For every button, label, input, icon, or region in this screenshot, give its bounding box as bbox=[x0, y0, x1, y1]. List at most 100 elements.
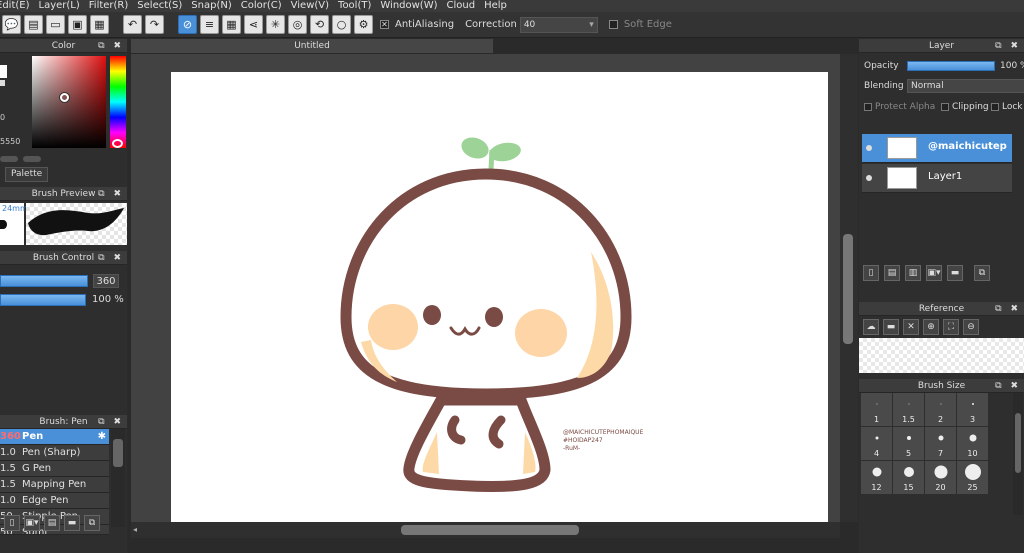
brush-size-preset[interactable]: 25 bbox=[957, 461, 988, 494]
duplicate-layer-icon[interactable]: ⧉ bbox=[974, 265, 990, 281]
menu-edit[interactable]: Edit(E) bbox=[0, 0, 39, 12]
brush-opacity-slider[interactable] bbox=[0, 294, 86, 306]
layer-item-layer1[interactable]: Layer1 bbox=[862, 164, 1012, 193]
brush-menu-icon[interactable]: ▣▾ bbox=[24, 515, 40, 531]
cloud-upload-icon[interactable]: ☁ bbox=[863, 319, 879, 335]
brush-size-preset[interactable]: 1 bbox=[861, 393, 892, 426]
color-mode-button-1[interactable] bbox=[0, 156, 18, 162]
brush-size-preset[interactable]: 4 bbox=[861, 427, 892, 460]
panel-controls-icon[interactable]: ⧉ ✖ bbox=[98, 39, 124, 53]
scrollbar-thumb[interactable] bbox=[113, 439, 123, 467]
lock-checkbox[interactable] bbox=[991, 102, 999, 111]
brush-item-g-pen[interactable]: 1.5 G Pen bbox=[0, 461, 109, 477]
undo-icon[interactable]: ↶ bbox=[123, 15, 142, 34]
brush-list-scrollbar[interactable] bbox=[111, 429, 125, 527]
new-halftone-layer-icon[interactable]: ▤ bbox=[884, 265, 900, 281]
correction-select[interactable]: 40 bbox=[519, 16, 598, 33]
lock-option[interactable]: Lock bbox=[991, 102, 1023, 112]
grid-snap-icon[interactable]: ▦ bbox=[222, 15, 241, 34]
open-folder-icon[interactable]: ▬ bbox=[883, 319, 899, 335]
folder-icon[interactable]: ▬ bbox=[64, 515, 80, 531]
speech-bubble-icon[interactable]: 💬 bbox=[2, 15, 21, 34]
brush-size-preset[interactable]: 12 bbox=[861, 461, 892, 494]
layer-opacity-slider[interactable] bbox=[907, 61, 995, 71]
menu-tool[interactable]: Tool(T) bbox=[338, 0, 380, 12]
hue-cursor-icon[interactable] bbox=[112, 139, 123, 148]
protect-alpha-option[interactable]: Protect Alpha bbox=[864, 102, 935, 112]
brush-size-preset[interactable]: 20 bbox=[925, 461, 956, 494]
scrollbar-thumb[interactable] bbox=[401, 525, 579, 535]
comment-icon[interactable]: ▤ bbox=[24, 15, 43, 34]
panel-controls-icon[interactable]: ⧉ ✖ bbox=[98, 187, 124, 201]
canvas-vertical-scrollbar[interactable] bbox=[840, 54, 858, 522]
brush-size-value[interactable]: 360 bbox=[93, 274, 119, 288]
grid-layout-icon[interactable]: ▦ bbox=[90, 15, 109, 34]
visibility-eye-icon[interactable] bbox=[866, 175, 872, 181]
zoom-out-icon[interactable]: ⊖ bbox=[963, 319, 979, 335]
brush-item-pen[interactable]: 360 Pen ✱ bbox=[0, 429, 109, 445]
menu-help[interactable]: Help bbox=[484, 0, 516, 12]
artboard[interactable]: @MAICHICUTEPHOMAIQUE #HOIDAP247 -RuM- bbox=[171, 72, 828, 537]
curve-snap-icon[interactable]: ⟲ bbox=[310, 15, 329, 34]
scroll-left-icon[interactable]: ◂ bbox=[133, 525, 137, 534]
new-layer-icon[interactable]: ▯ bbox=[863, 265, 879, 281]
menu-select[interactable]: Select(S) bbox=[137, 0, 191, 12]
brush-size-preset[interactable]: 7 bbox=[925, 427, 956, 460]
menu-view[interactable]: View(V) bbox=[291, 0, 338, 12]
antialias-checkbox[interactable]: ✕ bbox=[380, 20, 389, 29]
saturation-value-square[interactable] bbox=[32, 56, 106, 148]
protect-alpha-checkbox[interactable] bbox=[864, 102, 872, 111]
no-snap-icon[interactable]: ⊘ bbox=[178, 15, 197, 34]
brush-properties-icon[interactable]: ▤ bbox=[44, 515, 60, 531]
foreground-swatch[interactable] bbox=[0, 65, 7, 78]
layer-menu-icon[interactable]: ▣▾ bbox=[926, 265, 942, 281]
background-swatch[interactable] bbox=[0, 80, 5, 86]
gear-icon[interactable]: ✱ bbox=[98, 429, 106, 444]
panel-controls-icon[interactable]: ⧉ ✖ bbox=[995, 379, 1021, 393]
fit-icon[interactable]: ⛶ bbox=[943, 319, 959, 335]
parallel-snap-icon[interactable]: ≡ bbox=[200, 15, 219, 34]
panel-controls-icon[interactable]: ⧉ ✖ bbox=[98, 251, 124, 265]
menu-color[interactable]: Color(C) bbox=[241, 0, 291, 12]
menu-snap[interactable]: Snap(N) bbox=[191, 0, 240, 12]
color-cursor-icon[interactable] bbox=[60, 93, 69, 102]
brush-size-slider[interactable] bbox=[0, 275, 88, 287]
snap-settings-icon[interactable]: ⚙ bbox=[354, 15, 373, 34]
brush-item-pen-sharp[interactable]: 1.0 Pen (Sharp) bbox=[0, 445, 109, 461]
brush-size-preset[interactable]: 2 bbox=[925, 393, 956, 426]
brush-item-edge-pen[interactable]: 1.0 Edge Pen bbox=[0, 493, 109, 509]
layer-item-signature[interactable]: @maichicutep bbox=[862, 134, 1012, 163]
document-tab[interactable]: Untitled bbox=[131, 39, 493, 53]
zoom-in-icon[interactable]: ⊕ bbox=[923, 319, 939, 335]
clipping-checkbox[interactable] bbox=[941, 102, 949, 111]
soft-edge-checkbox[interactable] bbox=[608, 20, 618, 29]
document-icon[interactable]: ▭ bbox=[46, 15, 65, 34]
palette-tab[interactable]: Palette bbox=[5, 167, 49, 182]
brush-size-preset[interactable]: 5 bbox=[893, 427, 924, 460]
scrollbar-thumb[interactable] bbox=[843, 234, 853, 344]
hue-slider[interactable] bbox=[110, 56, 126, 148]
panel-controls-icon[interactable]: ⧉ ✖ bbox=[995, 39, 1021, 53]
circle-snap-icon[interactable]: ○ bbox=[332, 15, 351, 34]
scrollbar-thumb[interactable] bbox=[1015, 413, 1021, 473]
window-icon[interactable]: ▣ bbox=[68, 15, 87, 34]
canvas-horizontal-scrollbar[interactable]: ◂ bbox=[131, 522, 840, 538]
panel-controls-icon[interactable]: ⧉ ✖ bbox=[98, 415, 124, 429]
reference-canvas[interactable] bbox=[859, 338, 1024, 373]
folder-icon[interactable]: ▬ bbox=[947, 265, 963, 281]
radial-snap-icon[interactable]: ✳ bbox=[266, 15, 285, 34]
brush-size-preset[interactable]: 15 bbox=[893, 461, 924, 494]
blending-select[interactable]: Normal bbox=[907, 79, 1024, 93]
perspective-snap-icon[interactable]: ⋖ bbox=[244, 15, 263, 34]
close-icon[interactable]: ✕ bbox=[903, 319, 919, 335]
brush-size-preset[interactable]: 1.5 bbox=[893, 393, 924, 426]
redo-icon[interactable]: ↷ bbox=[145, 15, 164, 34]
new-1bit-layer-icon[interactable]: ▥ bbox=[905, 265, 921, 281]
color-mode-button-2[interactable] bbox=[23, 156, 41, 162]
panel-controls-icon[interactable]: ⧉ ✖ bbox=[995, 302, 1021, 316]
duplicate-icon[interactable]: ⧉ bbox=[84, 515, 100, 531]
menu-window[interactable]: Window(W) bbox=[380, 0, 446, 12]
brush-size-preset[interactable]: 3 bbox=[957, 393, 988, 426]
clipping-option[interactable]: Clipping bbox=[941, 102, 989, 112]
menu-layer[interactable]: Layer(L) bbox=[39, 0, 89, 12]
